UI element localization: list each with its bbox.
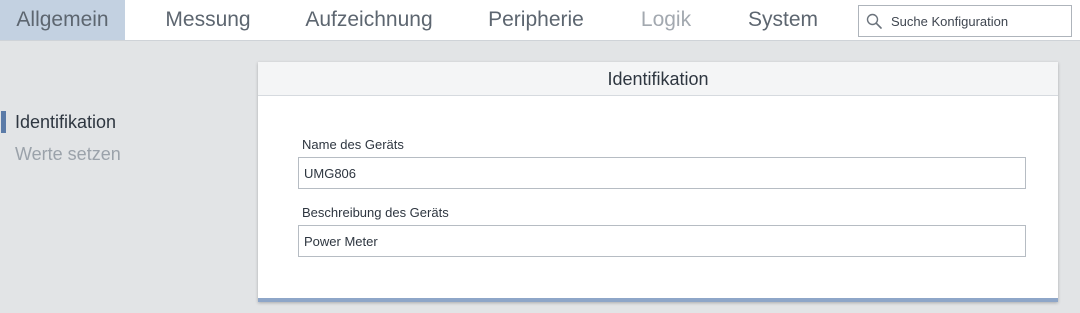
panel-footer-bar <box>258 298 1058 302</box>
top-navigation-bar: Allgemein Messung Aufzeichnung Peripheri… <box>0 0 1080 41</box>
search-input[interactable] <box>891 6 1067 36</box>
tab-system[interactable]: System <box>738 0 828 40</box>
search-icon <box>866 13 882 29</box>
sidebar-item-identifikation[interactable]: Identifikation <box>0 108 240 138</box>
tab-allgemein[interactable]: Allgemein <box>0 0 125 40</box>
tab-logik: Logik <box>640 8 692 31</box>
search-box[interactable] <box>858 5 1072 37</box>
device-description-label: Beschreibung des Geräts <box>302 205 449 220</box>
panel-title: Identifikation <box>258 62 1058 96</box>
device-name-field[interactable] <box>298 157 1026 189</box>
tab-peripherie[interactable]: Peripherie <box>478 0 594 40</box>
tab-aufzeichnung[interactable]: Aufzeichnung <box>296 0 442 40</box>
tab-messung[interactable]: Messung <box>148 0 268 40</box>
sidebar-item-werte-setzen[interactable]: Werte setzen <box>0 140 240 170</box>
sidebar: Identifikation Werte setzen <box>0 108 240 170</box>
identification-panel: Identifikation Name des Geräts Beschreib… <box>258 62 1058 302</box>
device-description-field[interactable] <box>298 225 1026 257</box>
device-name-label: Name des Geräts <box>302 137 404 152</box>
